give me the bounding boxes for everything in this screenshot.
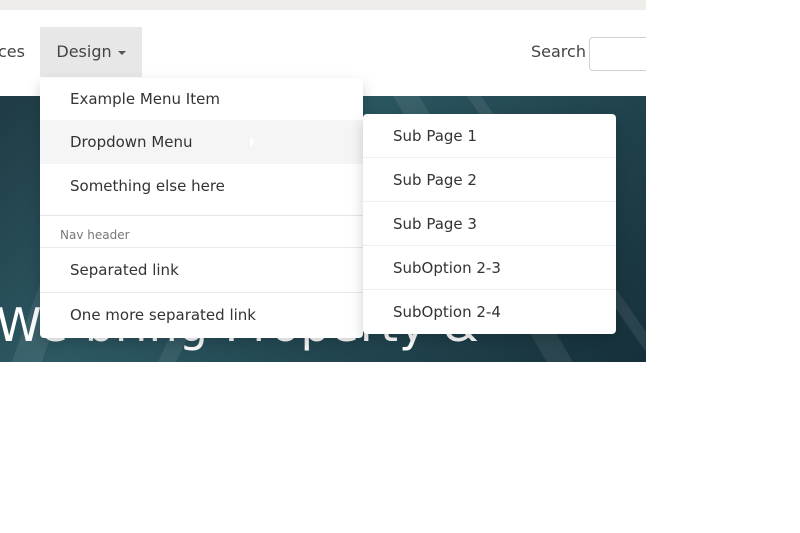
menu-item-dropdown[interactable]: Dropdown Menu <box>40 120 363 164</box>
menu-item-one-more-separated-link[interactable]: One more separated link <box>40 293 363 337</box>
browser-viewport: ces Design Search We bring Property & Ex… <box>0 0 646 362</box>
menu-item-something-else[interactable]: Something else here <box>40 164 363 208</box>
nav-design-label: Design <box>56 42 112 61</box>
menu-nav-header: Nav header <box>60 228 130 242</box>
submenu-item-sub-page-3[interactable]: Sub Page 3 <box>363 202 616 246</box>
menu-divider <box>40 215 363 216</box>
menu-item-example[interactable]: Example Menu Item <box>40 78 363 120</box>
submenu-item-suboption-2-4[interactable]: SubOption 2-4 <box>363 290 616 334</box>
top-bar <box>0 0 646 10</box>
submenu-item-sub-page-1[interactable]: Sub Page 1 <box>363 114 616 158</box>
submenu-item-suboption-2-3[interactable]: SubOption 2-3 <box>363 246 616 290</box>
chevron-right-icon <box>250 137 255 147</box>
search-input[interactable] <box>589 37 646 71</box>
design-dropdown-menu: Example Menu Item Dropdown Menu Somethin… <box>40 78 363 338</box>
nav-item-design[interactable]: Design <box>40 27 142 77</box>
nav-item-services[interactable]: ces <box>0 27 25 77</box>
search-label: Search <box>531 42 586 61</box>
caret-down-icon <box>117 50 126 55</box>
menu-item-separated-link[interactable]: Separated link <box>40 248 363 292</box>
submenu-item-sub-page-2[interactable]: Sub Page 2 <box>363 158 616 202</box>
dropdown-submenu: Sub Page 1 Sub Page 2 Sub Page 3 SubOpti… <box>363 114 616 334</box>
menu-item-dropdown-label: Dropdown Menu <box>70 133 193 151</box>
